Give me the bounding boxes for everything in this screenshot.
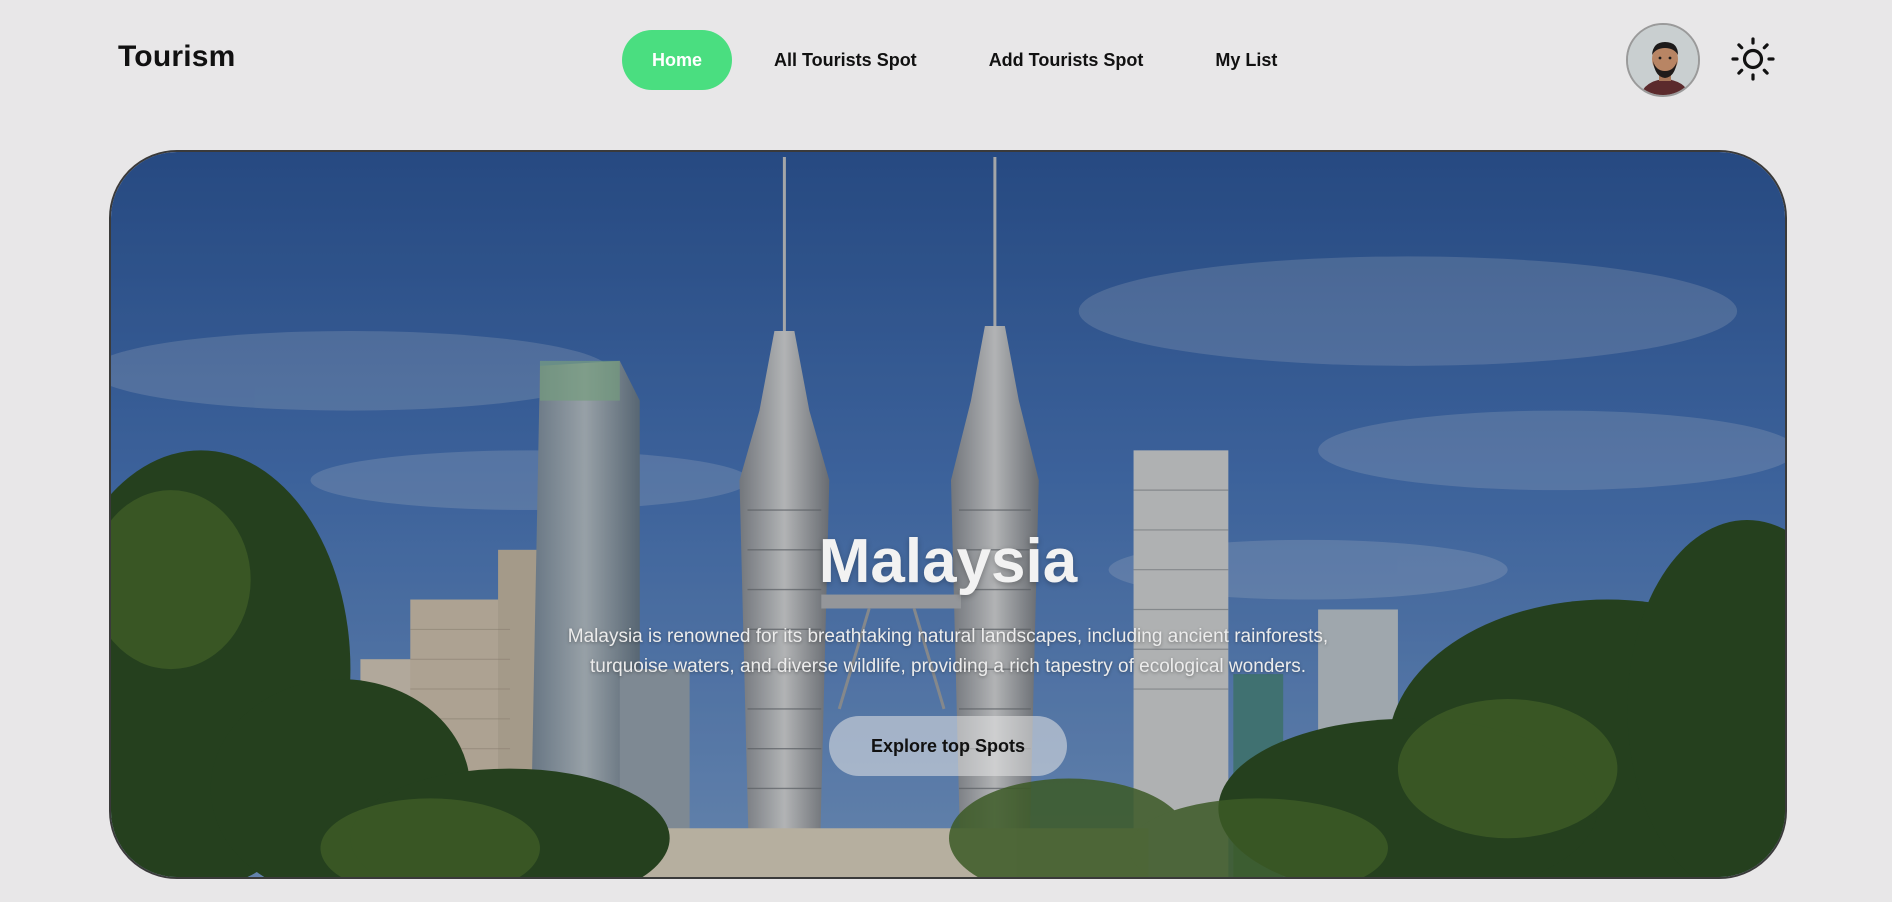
nav-add-tourists-spot-link[interactable]: Add Tourists Spot [959, 30, 1174, 90]
hero-content: Malaysia Malaysia is renowned for its br… [111, 524, 1785, 776]
main-nav: Home All Tourists Spot Add Tourists Spot… [622, 30, 1319, 90]
hero-description: Malaysia is renowned for its breathtakin… [567, 626, 1329, 677]
nav-home-link[interactable]: Home [622, 30, 733, 90]
nav-my-list-link[interactable]: My List [1185, 30, 1307, 90]
nav-all-tourists-spot-link[interactable]: All Tourists Spot [744, 30, 947, 90]
theme-toggle-button[interactable] [1730, 36, 1776, 82]
user-avatar[interactable] [1626, 23, 1700, 97]
navbar: Tourism Home All Tourists Spot Add Touri… [0, 0, 1892, 120]
avatar-icon [1628, 25, 1698, 95]
explore-top-spots-button[interactable]: Explore top Spots [829, 716, 1067, 776]
sun-icon [1731, 37, 1775, 81]
hero-title: Malaysia [818, 527, 1078, 596]
brand-logo[interactable]: Tourism [118, 40, 236, 74]
hero-banner: Malaysia Malaysia is renowned for its br… [109, 150, 1787, 879]
